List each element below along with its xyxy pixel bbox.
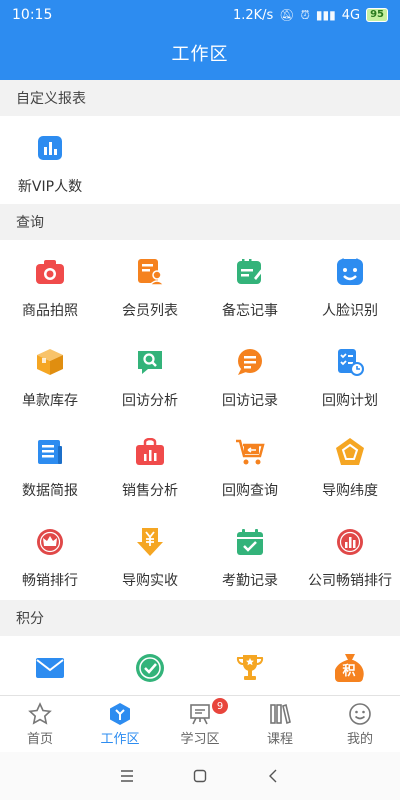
system-nav-bar: [0, 752, 400, 800]
tab-home[interactable]: 首页: [0, 696, 80, 752]
grid-item-bestseller-rank[interactable]: 畅销排行: [0, 510, 100, 600]
grid-item-label: 商品拍照: [22, 303, 78, 319]
grid-item-label: 导购纬度: [322, 483, 378, 499]
check-circle-icon: [134, 652, 166, 684]
points-grid: 积: [0, 636, 400, 695]
grid-item-points-bag[interactable]: 积: [300, 636, 400, 695]
bar-chart-icon: [34, 132, 66, 164]
home-square-icon[interactable]: [190, 766, 210, 786]
crown-icon: [34, 526, 66, 558]
cart-icon: [234, 436, 266, 468]
bottom-tab-bar: 首页 工作区 9 学习区 课程 我的: [0, 695, 400, 752]
chat-bubble-icon: [234, 346, 266, 378]
mail-icon: [34, 652, 66, 684]
camera-icon: [34, 256, 66, 288]
grid-item-face-recognition[interactable]: 人脸识别: [300, 240, 400, 330]
section-header-custom-report: 自定义报表: [0, 80, 400, 116]
grid-item-repurchase-plan[interactable]: 回购计划: [300, 330, 400, 420]
grid-item-label: 备忘记事: [222, 303, 278, 319]
study-badge: 9: [212, 698, 228, 714]
points-bag-icon: 积: [334, 652, 366, 684]
grid-item-label: 会员列表: [122, 303, 178, 319]
status-bar: 10:15 1.2K/s 🔕︎ ⏰︎ ▮▮▮ 4G 95: [0, 0, 400, 30]
grid-item-label: 新VIP人数: [17, 179, 83, 195]
top-bar: 10:15 1.2K/s 🔕︎ ⏰︎ ▮▮▮ 4G 95 工作区: [0, 0, 400, 80]
grid-item-points-mail[interactable]: [0, 636, 100, 695]
mute-bell-icon: 🔕︎: [279, 8, 295, 22]
smile-icon: [349, 703, 371, 725]
tab-label: 工作区: [100, 732, 140, 747]
tab-label: 课程: [266, 732, 293, 747]
books-icon: [270, 703, 291, 725]
section-header-query: 查询: [0, 204, 400, 240]
points-bag-glyph: 积: [342, 664, 356, 679]
custom-report-grid: 新VIP人数: [0, 116, 400, 204]
grid-item-repurchase-query[interactable]: 回购查询: [200, 420, 300, 510]
workspace-content[interactable]: 自定义报表 新VIP人数 查询 商品拍照 会员列表 备忘记事 人脸识别 单款库存…: [0, 80, 400, 695]
grid-item-label: 回访分析: [122, 393, 178, 409]
grid-item-label: 公司畅销排行: [308, 573, 392, 589]
grid-item-attendance[interactable]: 考勤记录: [200, 510, 300, 600]
grid-item-new-vip[interactable]: 新VIP人数: [0, 116, 100, 204]
tab-workspace[interactable]: 工作区: [80, 696, 160, 752]
grid-item-data-brief[interactable]: 数据简报: [0, 420, 100, 510]
grid-item-points-check[interactable]: [100, 636, 200, 695]
study-board-icon: [190, 704, 210, 725]
box-icon: [34, 346, 66, 378]
section-header-points: 积分: [0, 600, 400, 636]
member-list-icon: [134, 256, 166, 288]
grid-item-label: 畅销排行: [22, 573, 78, 589]
grid-item-revisit-record[interactable]: 回访记录: [200, 330, 300, 420]
grid-item-guide-receipts[interactable]: 导购实收: [100, 510, 200, 600]
grid-item-guide-dimension[interactable]: 导购纬度: [300, 420, 400, 510]
grid-item-label: 回购计划: [322, 393, 378, 409]
signal-icon: ▮▮▮: [315, 8, 336, 22]
query-grid: 商品拍照 会员列表 备忘记事 人脸识别 单款库存 回访分析 回访记录 回购计划 …: [0, 240, 400, 600]
battery-icon: 95: [366, 8, 388, 22]
alarm-icon: ⏰︎: [300, 7, 310, 22]
network-speed: 1.2K/s: [232, 7, 274, 23]
grid-item-member-list[interactable]: 会员列表: [100, 240, 200, 330]
calendar-check-icon: [234, 526, 266, 558]
back-icon[interactable]: [263, 766, 283, 786]
grid-item-label: 回访记录: [222, 393, 278, 409]
search-chat-icon: [134, 346, 166, 378]
status-time: 10:15: [12, 7, 53, 23]
grid-item-sales-analysis[interactable]: 销售分析: [100, 420, 200, 510]
chart-circle-icon: [334, 526, 366, 558]
tab-study[interactable]: 9 学习区: [160, 696, 240, 752]
grid-item-revisit-analysis[interactable]: 回访分析: [100, 330, 200, 420]
newspaper-icon: [34, 436, 66, 468]
grid-item-label: 人脸识别: [322, 303, 378, 319]
home-star-icon: [28, 702, 52, 725]
grid-item-label: 单款库存: [22, 393, 78, 409]
yuan-arrow-icon: [134, 526, 166, 558]
grid-item-product-photo[interactable]: 商品拍照: [0, 240, 100, 330]
grid-item-company-bestseller[interactable]: 公司畅销排行: [300, 510, 400, 600]
bag-chart-icon: [134, 436, 166, 468]
checklist-clock-icon: [334, 346, 366, 378]
tab-mine[interactable]: 我的: [320, 696, 400, 752]
grid-item-label: 数据简报: [22, 483, 78, 499]
tab-label: 我的: [346, 732, 373, 747]
grid-item-label: 考勤记录: [222, 573, 278, 589]
grid-item-label: 销售分析: [122, 483, 178, 499]
trophy-icon: [234, 652, 266, 684]
menu-icon[interactable]: [117, 766, 137, 786]
memo-icon: [234, 256, 266, 288]
grid-item-memo[interactable]: 备忘记事: [200, 240, 300, 330]
tab-courses[interactable]: 课程: [240, 696, 320, 752]
pentagon-icon: [334, 436, 366, 468]
workspace-hex-icon: [110, 703, 130, 725]
tab-label: 学习区: [180, 732, 220, 747]
grid-item-single-stock[interactable]: 单款库存: [0, 330, 100, 420]
tab-label: 首页: [26, 732, 53, 747]
page-title: 工作区: [171, 44, 229, 65]
network-type: 4G: [341, 7, 361, 23]
grid-item-points-trophy[interactable]: [200, 636, 300, 695]
face-icon: [334, 256, 366, 288]
grid-item-label: 回购查询: [222, 483, 278, 499]
grid-item-label: 导购实收: [122, 573, 178, 589]
